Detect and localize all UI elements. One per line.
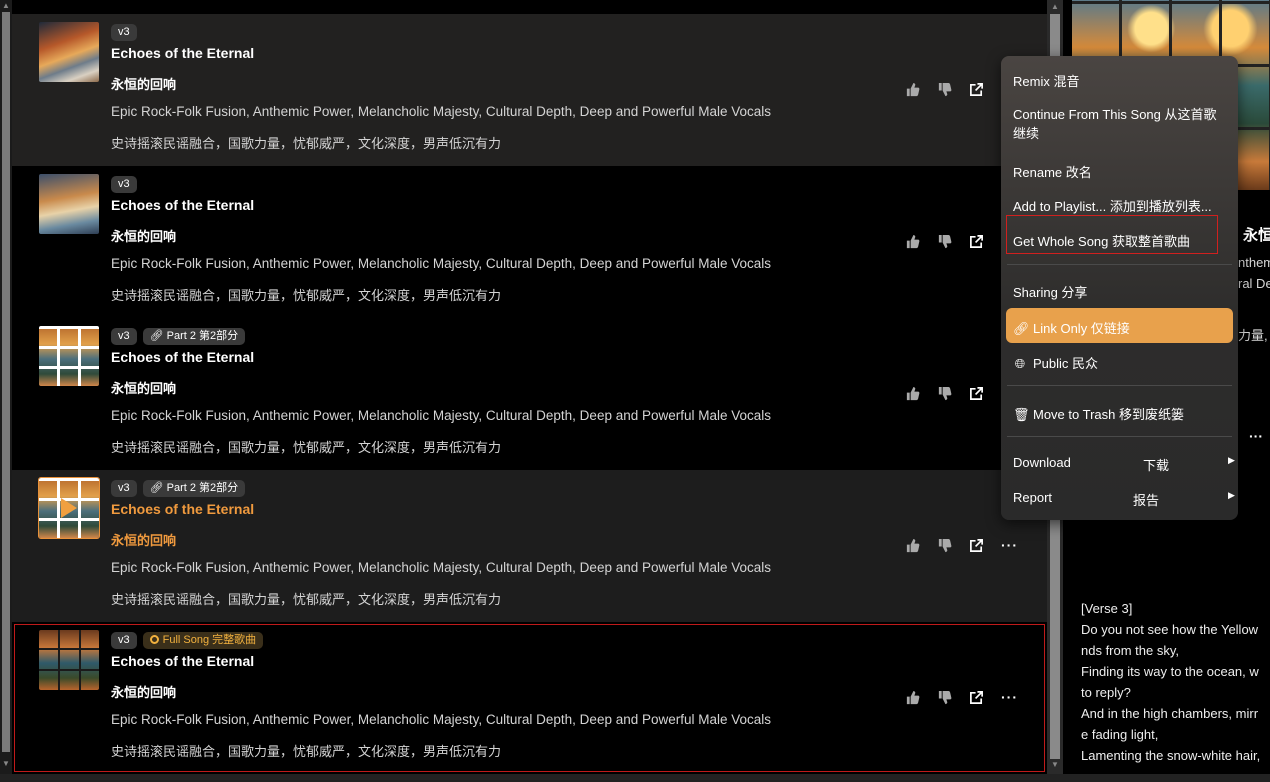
- menu-item-download[interactable]: Download 下载 ▶: [1013, 455, 1235, 473]
- song-cover[interactable]: [39, 630, 99, 690]
- song-row[interactable]: v3 🔗︎ Part 2 第2部分 Echoes of the Eternal …: [12, 470, 1047, 622]
- version-badge: v3: [111, 328, 137, 345]
- more-options-icon[interactable]: ···: [1001, 690, 1017, 705]
- thumbs-down-icon[interactable]: [937, 386, 952, 401]
- song-tags-zh: 史诗摇滚民谣融合，国歌力量，忧郁威严，文化深度，男声低沉有力: [111, 440, 502, 455]
- link-icon: 🔗︎: [149, 482, 167, 494]
- song-subtitle: 永恒的回响: [111, 229, 177, 244]
- song-row[interactable]: v3 Echoes of the Eternal 永恒的回响 Epic Rock…: [12, 166, 1047, 318]
- song-tags-zh: 史诗摇滚民谣融合，国歌力量，忧郁威严，文化深度，男声低沉有力: [111, 288, 502, 303]
- more-options-icon[interactable]: ···: [1001, 538, 1017, 553]
- menu-divider: [1007, 436, 1232, 437]
- song-tags-zh: 史诗摇滚民谣融合，国歌力量，忧郁威严，文化深度，男声低沉有力: [111, 592, 502, 607]
- scroll-down-arrow-icon[interactable]: ▼: [0, 758, 12, 770]
- menu-item-trash[interactable]: 🗑︎ Move to Trash 移到废纸篓: [1013, 404, 1184, 423]
- song-cover[interactable]: [38, 477, 100, 539]
- song-tags-zh: 史诗摇滚民谣融合，国歌力量，忧郁威严，文化深度，男声低沉有力: [111, 136, 502, 151]
- menu-item-get-whole-song[interactable]: Get Whole Song 获取整首歌曲: [1013, 231, 1190, 250]
- song-subtitle: 永恒的回响: [111, 381, 177, 396]
- version-badge: v3: [111, 632, 137, 649]
- song-title[interactable]: Echoes of the Eternal: [111, 349, 254, 365]
- share-icon[interactable]: [969, 538, 984, 553]
- song-subtitle: 永恒的回响: [111, 533, 177, 548]
- menu-item-sharing: Sharing 分享: [1013, 285, 1088, 300]
- link-icon: 🔗︎: [149, 330, 167, 342]
- globe-icon: 🌐︎: [1014, 356, 1026, 371]
- lyrics-text: [Verse 3] Do you not see how the Yellow …: [1081, 601, 1261, 763]
- song-title[interactable]: Echoes of the Eternal: [111, 45, 254, 61]
- song-title[interactable]: Echoes of the Eternal: [111, 653, 254, 669]
- song-tags-zh: 史诗摇滚民谣融合，国歌力量，忧郁威严，文化深度，男声低沉有力: [111, 744, 502, 759]
- version-badge: v3: [111, 480, 137, 497]
- song-subtitle: 永恒的回响: [111, 77, 177, 92]
- horizontal-scrollbar[interactable]: [0, 774, 1270, 782]
- thumbs-up-icon[interactable]: [905, 690, 920, 705]
- menu-item-add-playlist[interactable]: Add to Playlist... 添加到播放列表...: [1013, 196, 1212, 215]
- menu-item-public[interactable]: 🌐︎ Public 民众: [1013, 353, 1098, 372]
- thumbs-up-icon[interactable]: [905, 538, 920, 553]
- song-tags: Epic Rock-Folk Fusion, Anthemic Power, M…: [111, 256, 772, 271]
- share-icon[interactable]: [969, 234, 984, 249]
- menu-item-continue[interactable]: Continue From This Song 从这首歌继续: [1013, 105, 1228, 143]
- full-song-icon: [149, 635, 159, 644]
- part-badge: 🔗︎ Part 2 第2部分: [142, 480, 246, 497]
- chevron-right-icon: ▶: [1228, 455, 1235, 465]
- thumbs-down-icon[interactable]: [937, 82, 952, 97]
- menu-item-link-only[interactable]: 🔗︎ Link Only 仅链接: [1013, 318, 1130, 337]
- detail-tags-fragment: nthem: [1238, 255, 1270, 270]
- share-icon[interactable]: [969, 690, 984, 705]
- thumbs-down-icon[interactable]: [937, 690, 952, 705]
- song-tags: Epic Rock-Folk Fusion, Anthemic Power, M…: [111, 408, 772, 423]
- thumbs-up-icon[interactable]: [905, 234, 920, 249]
- scroll-up-arrow-icon[interactable]: ▲: [0, 0, 12, 12]
- song-row[interactable]: v3 🔗︎ Part 2 第2部分 Echoes of the Eternal …: [12, 318, 1047, 470]
- left-scrollbar[interactable]: ▲ ▼: [0, 0, 12, 782]
- thumbs-down-icon[interactable]: [937, 234, 952, 249]
- menu-item-rename[interactable]: Rename 改名: [1013, 162, 1092, 181]
- scroll-down-arrow-icon[interactable]: ▼: [1047, 758, 1063, 772]
- scrollbar-thumb[interactable]: [2, 12, 10, 752]
- version-badge: v3: [111, 176, 137, 193]
- song-tags: Epic Rock-Folk Fusion, Anthemic Power, M…: [111, 104, 772, 119]
- thumbs-up-icon[interactable]: [905, 386, 920, 401]
- song-row[interactable]: v3 Full Song 完整歌曲 Echoes of the Eternal …: [12, 622, 1047, 774]
- menu-divider: [1007, 264, 1232, 265]
- trash-icon: 🗑︎: [1013, 407, 1030, 422]
- song-title[interactable]: Echoes of the Eternal: [111, 197, 254, 213]
- link-icon: 🔗︎: [1013, 321, 1030, 336]
- part-badge: 🔗︎ Part 2 第2部分: [142, 328, 246, 345]
- menu-item-report[interactable]: Report 报告 ▶: [1013, 490, 1235, 508]
- detail-tags-fragment: ral De: [1238, 276, 1270, 291]
- more-options-icon[interactable]: ···: [1249, 428, 1263, 444]
- menu-item-remix[interactable]: Remix 混音: [1013, 71, 1079, 90]
- share-icon[interactable]: [969, 82, 984, 97]
- thumbs-down-icon[interactable]: [937, 538, 952, 553]
- song-cover[interactable]: [39, 326, 99, 386]
- detail-title-zh: 永恒: [1243, 227, 1270, 244]
- song-list: v3 Echoes of the Eternal 永恒的回响 Epic Rock…: [12, 14, 1047, 774]
- play-icon[interactable]: [61, 498, 77, 518]
- song-title[interactable]: Echoes of the Eternal: [111, 501, 254, 517]
- detail-tags-fragment: 力量,: [1238, 328, 1268, 343]
- chevron-right-icon: ▶: [1228, 490, 1235, 500]
- context-menu: Remix 混音 Continue From This Song 从这首歌继续 …: [1001, 56, 1238, 520]
- top-bar: [12, 0, 1047, 14]
- menu-divider: [1007, 385, 1232, 386]
- song-cover[interactable]: [39, 174, 99, 234]
- song-subtitle: 永恒的回响: [111, 685, 177, 700]
- song-row[interactable]: v3 Echoes of the Eternal 永恒的回响 Epic Rock…: [12, 14, 1047, 166]
- share-icon[interactable]: [969, 386, 984, 401]
- song-cover[interactable]: [39, 22, 99, 82]
- song-tags: Epic Rock-Folk Fusion, Anthemic Power, M…: [111, 560, 772, 575]
- song-tags: Epic Rock-Folk Fusion, Anthemic Power, M…: [111, 712, 772, 727]
- scroll-up-arrow-icon[interactable]: ▲: [1047, 0, 1063, 14]
- version-badge: v3: [111, 24, 137, 41]
- full-song-badge: Full Song 完整歌曲: [142, 632, 264, 649]
- thumbs-up-icon[interactable]: [905, 82, 920, 97]
